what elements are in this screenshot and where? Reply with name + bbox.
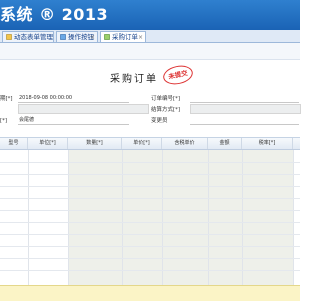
toolbar-strip xyxy=(0,43,300,60)
table-row[interactable] xyxy=(0,258,300,259)
column-header-quantity[interactable]: 数量[*] xyxy=(68,138,122,149)
grid-summary-footer xyxy=(0,285,300,301)
close-icon[interactable]: × xyxy=(90,32,95,43)
tab-action-buttons[interactable]: 操作按钮 × xyxy=(56,31,98,42)
status-stamp: 未提交 xyxy=(161,63,195,87)
form-title: 采购订单 xyxy=(110,74,158,85)
column-divider xyxy=(208,150,209,286)
table-row[interactable] xyxy=(0,210,300,211)
order-date-field[interactable]: 2018-09-08 00:00:00 xyxy=(18,94,129,103)
changer-field[interactable] xyxy=(190,116,299,125)
form-icon xyxy=(6,33,12,40)
changer-label: 变更员 xyxy=(151,118,168,124)
column-header-tax-inclusive-price[interactable]: 含税单价 xyxy=(162,138,208,149)
column-divider xyxy=(68,150,69,286)
column-header-amount[interactable]: 金额 xyxy=(208,138,242,149)
column-header-unit[interactable]: 单位[*] xyxy=(28,138,68,149)
settlement-method-label: 结算方式[*] xyxy=(151,107,181,113)
table-row[interactable] xyxy=(0,198,300,199)
column-divider xyxy=(293,150,294,286)
tab-bar: 动态表单管理 操作按钮 × 采购订单 × xyxy=(0,30,300,43)
tab-label: 动态表单管理 xyxy=(14,33,53,41)
tab-purchase-order[interactable]: 采购订单 × xyxy=(100,31,146,42)
table-row[interactable] xyxy=(0,234,300,235)
column-divider xyxy=(242,150,243,286)
column-header-model[interactable]: 型号 xyxy=(0,138,28,149)
order-items-grid: 型号 单位[*] 数量[*] 单价[*] 含税单价 金额 税率[*] xyxy=(0,137,300,286)
supplier-field[interactable]: 会尾德 xyxy=(18,116,129,125)
tab-dynamic-form-management[interactable]: 动态表单管理 xyxy=(2,31,54,42)
order-number-label: 订单编号[*] xyxy=(151,96,181,102)
settlement-method-field[interactable] xyxy=(190,104,301,114)
order-number-field[interactable] xyxy=(190,94,299,103)
readonly-field xyxy=(18,104,149,114)
table-row[interactable] xyxy=(0,162,300,163)
grid-header: 型号 单位[*] 数量[*] 单价[*] 含税单价 金额 税率[*] xyxy=(0,138,300,150)
app-header-banner: 系统 ® 2013 xyxy=(0,0,300,30)
order-date-label: 期[*] xyxy=(0,96,13,102)
column-divider xyxy=(162,150,163,286)
column-header-tax-rate[interactable]: 税率[*] xyxy=(242,138,293,149)
supplier-label: [*] xyxy=(0,118,8,124)
table-row[interactable] xyxy=(0,246,300,247)
tab-label: 采购订单 xyxy=(112,33,138,41)
close-icon[interactable]: × xyxy=(138,32,143,43)
table-row[interactable] xyxy=(0,222,300,223)
table-row[interactable] xyxy=(0,270,300,271)
column-divider xyxy=(122,150,123,286)
button-icon xyxy=(60,33,66,40)
app-title: 系统 ® 2013 xyxy=(0,5,109,24)
order-icon xyxy=(104,33,110,40)
column-header-unit-price[interactable]: 单价[*] xyxy=(122,138,162,149)
table-row[interactable] xyxy=(0,186,300,187)
column-divider xyxy=(28,150,29,286)
table-row[interactable] xyxy=(0,174,300,175)
editable-columns-bg xyxy=(68,150,293,286)
